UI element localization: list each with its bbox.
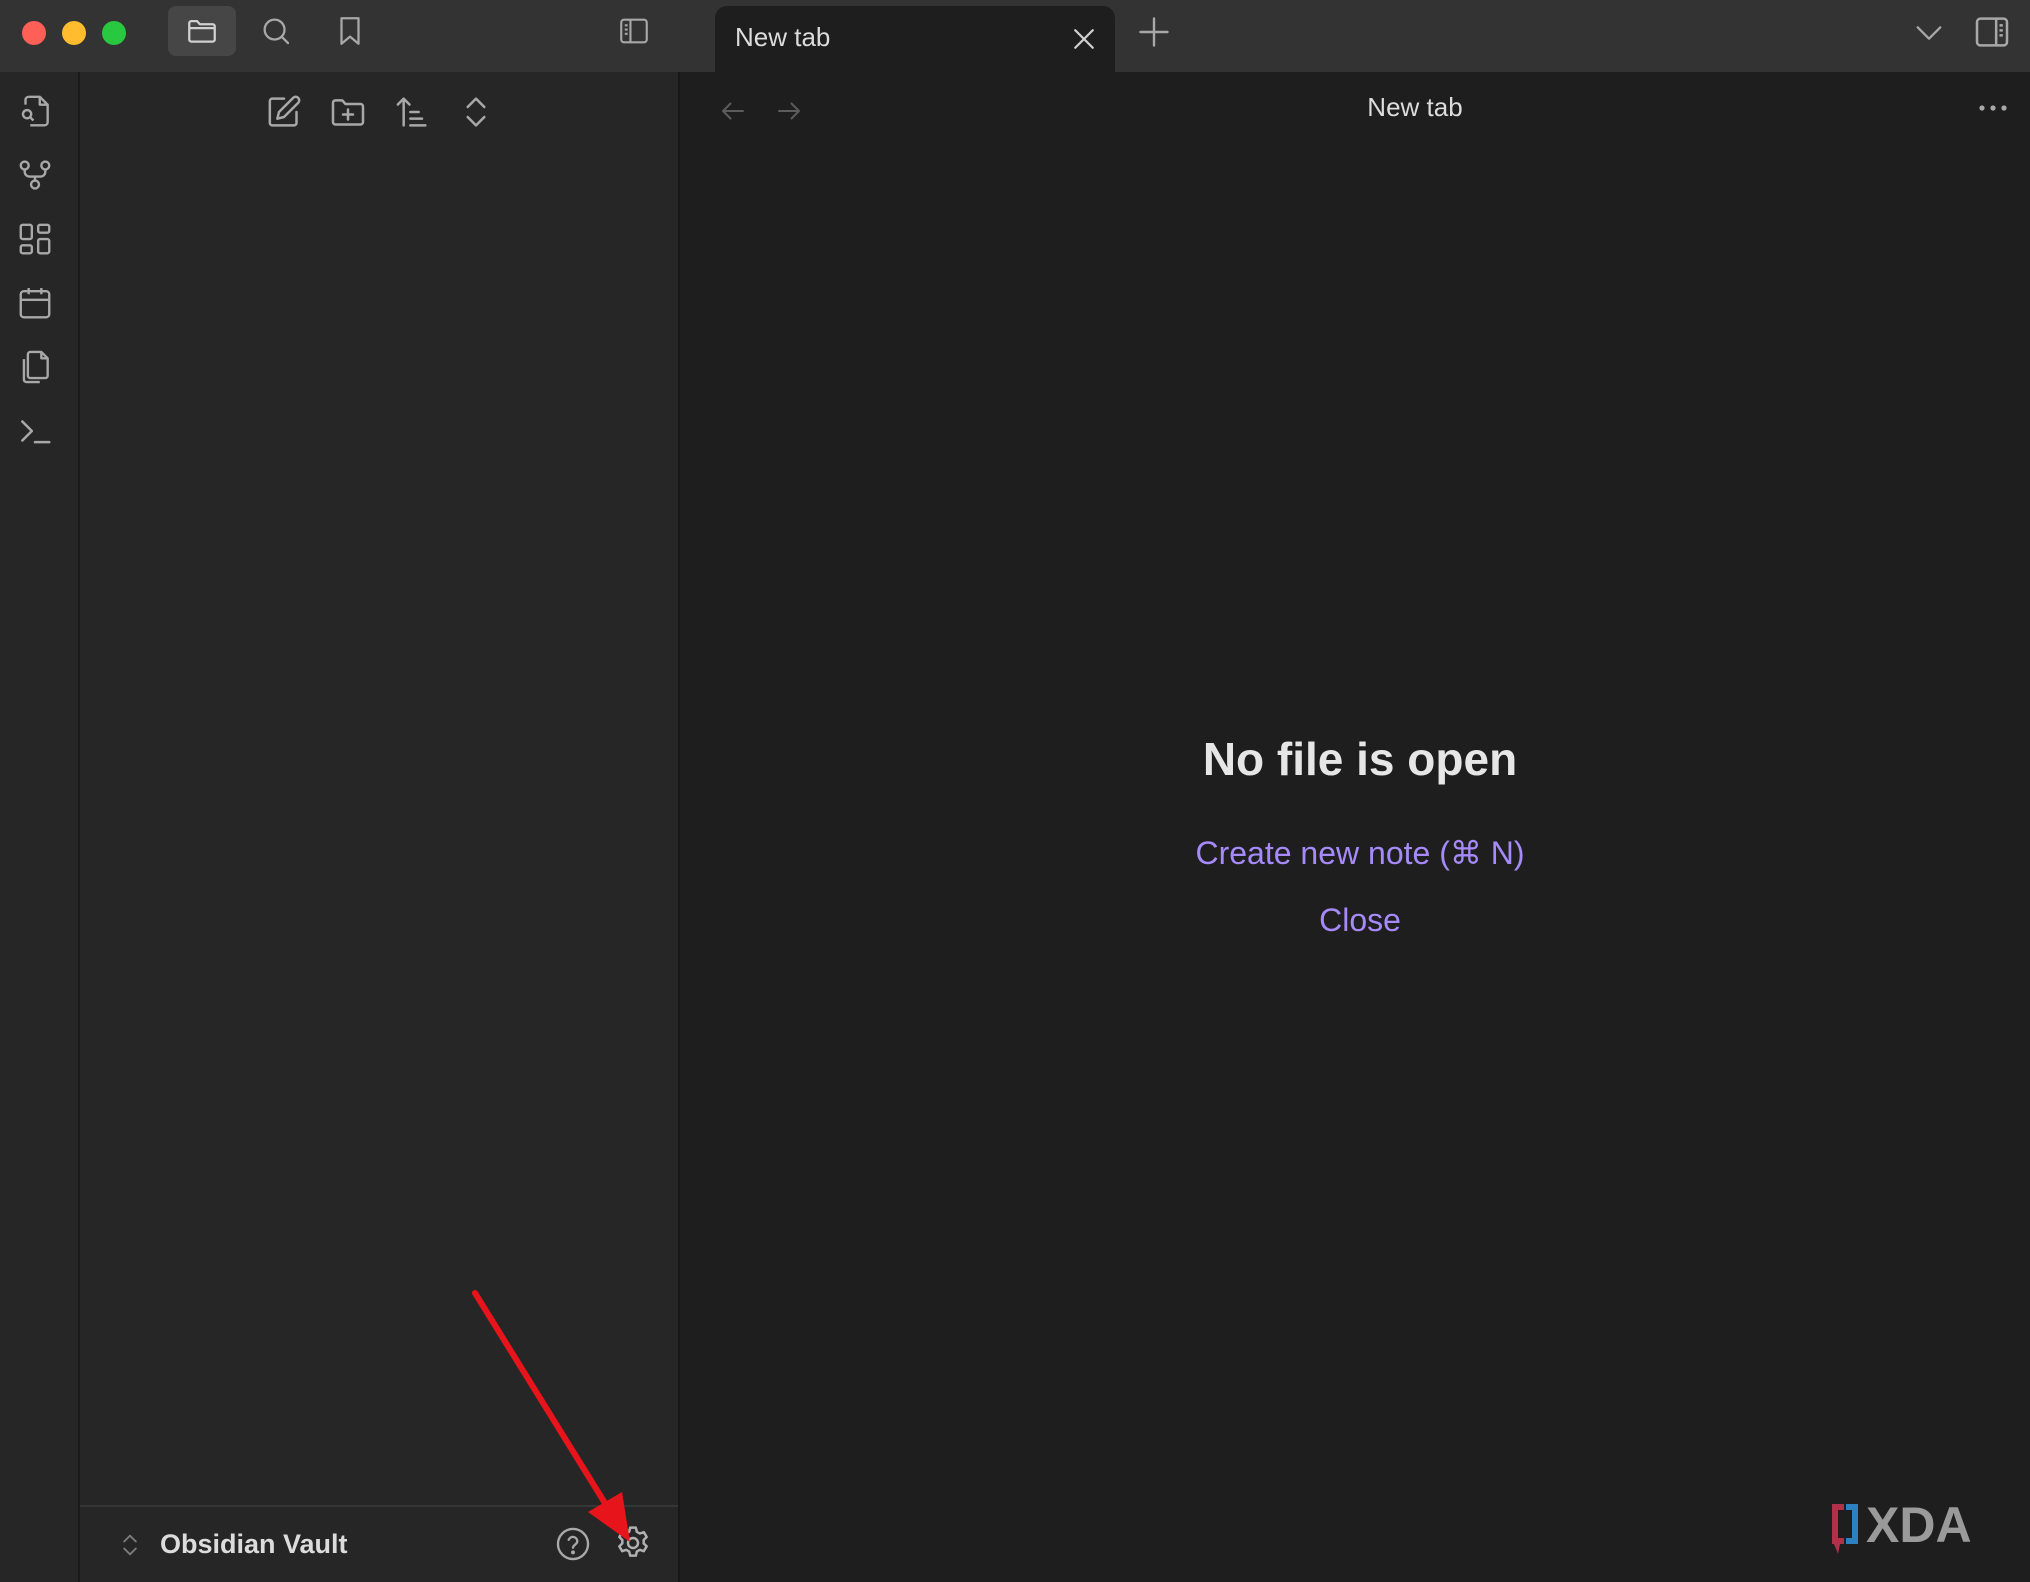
graph-view-icon bbox=[19, 160, 51, 190]
ribbon-templates[interactable] bbox=[16, 348, 54, 386]
file-explorer-sidebar: Obsidian Vault bbox=[80, 72, 680, 1582]
ribbon-daily-note[interactable] bbox=[16, 284, 54, 322]
chevron-down-icon[interactable] bbox=[1912, 16, 1946, 50]
window-minimize-button[interactable] bbox=[62, 21, 86, 45]
left-sidebar-toggle[interactable] bbox=[600, 6, 668, 56]
new-folder-icon bbox=[331, 99, 365, 126]
sort-icon bbox=[396, 97, 427, 127]
help-icon[interactable] bbox=[554, 1525, 592, 1563]
open-quick-switcher-icon bbox=[21, 95, 49, 127]
files-button[interactable] bbox=[168, 6, 236, 56]
ribbon-command-palette[interactable] bbox=[16, 412, 54, 450]
search-icon bbox=[263, 18, 290, 45]
search-button[interactable] bbox=[242, 6, 310, 56]
more-options-icon[interactable] bbox=[1976, 98, 2010, 118]
new-folder-button[interactable] bbox=[328, 92, 368, 132]
calendar-icon bbox=[19, 287, 51, 319]
vault-switcher-bar: Obsidian Vault bbox=[80, 1505, 678, 1582]
empty-state-title: No file is open bbox=[1202, 733, 1518, 785]
xda-watermark-logo: XDA bbox=[1832, 1497, 1972, 1554]
window-close-button[interactable] bbox=[22, 21, 46, 45]
ribbon-canvas[interactable] bbox=[16, 220, 54, 258]
chevrons-up-down-icon bbox=[466, 97, 486, 127]
sidebar-right-icon[interactable] bbox=[1972, 12, 2012, 52]
ribbon bbox=[0, 72, 80, 1582]
templates-icon bbox=[22, 350, 49, 384]
window-zoom-button[interactable] bbox=[102, 21, 126, 45]
bookmarks-button[interactable] bbox=[316, 6, 384, 56]
tab-title: New tab bbox=[735, 22, 831, 52]
new-note-icon bbox=[268, 95, 301, 127]
bookmark-icon bbox=[340, 17, 360, 45]
empty-state: No file is open Create new note (⌘ N) Cl… bbox=[680, 732, 2030, 939]
create-new-note-link[interactable]: Create new note (⌘ N) bbox=[680, 834, 2030, 872]
ribbon-graph-view[interactable] bbox=[16, 156, 54, 194]
tab-new-tab[interactable]: New tab bbox=[715, 6, 1115, 72]
expand-collapse-button[interactable] bbox=[456, 92, 496, 132]
sort-button[interactable] bbox=[392, 92, 432, 132]
terminal-icon bbox=[21, 420, 51, 444]
chevrons-up-down-icon[interactable] bbox=[116, 1529, 144, 1561]
vault-name[interactable]: Obsidian Vault bbox=[160, 1529, 348, 1560]
view-header-title: New tab bbox=[1367, 92, 1463, 122]
sidebar-left-icon bbox=[620, 18, 648, 44]
close-link[interactable]: Close bbox=[680, 902, 2030, 939]
folder-icon bbox=[188, 19, 216, 43]
title-bar: New tab bbox=[0, 0, 2030, 72]
plus-icon[interactable] bbox=[1136, 14, 1172, 50]
gear-icon[interactable] bbox=[613, 1523, 653, 1563]
close-icon[interactable] bbox=[1069, 24, 1099, 54]
xda-text: XDA bbox=[1866, 1497, 1972, 1553]
canvas-icon bbox=[19, 223, 51, 255]
main-editor-pane: New tab No file is open Create new note … bbox=[680, 72, 2030, 1582]
new-note-button[interactable] bbox=[264, 92, 304, 132]
ribbon-quick-switcher[interactable] bbox=[16, 92, 54, 130]
